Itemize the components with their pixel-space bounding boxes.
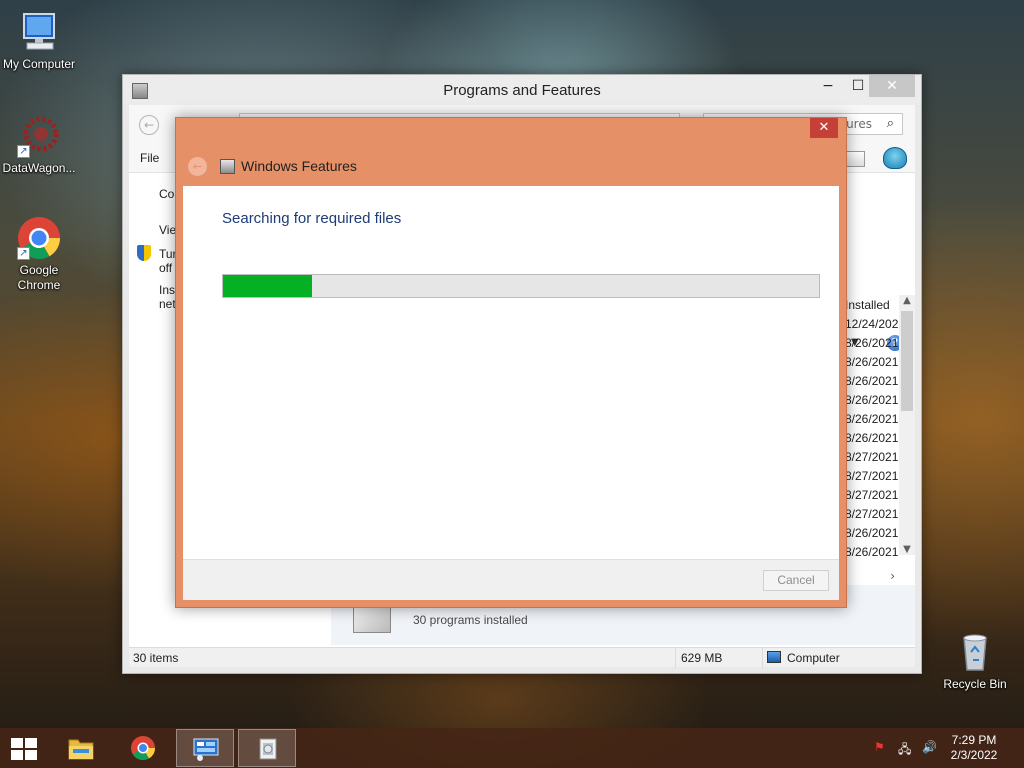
installed-date[interactable]: 8/26/2021 [841, 545, 899, 564]
desktop-icon-recycle-bin[interactable]: Recycle Bin [936, 630, 1014, 692]
task-link[interactable]: Vie [159, 223, 176, 237]
installed-date[interactable]: 8/26/2021 [841, 355, 899, 374]
installed-date[interactable]: 8/27/2021 [841, 469, 899, 488]
scrollbar-thumb[interactable] [901, 311, 913, 411]
computer-icon [17, 10, 61, 54]
recycle-bin-icon [953, 630, 997, 674]
status-bar: 30 items 629 MB Computer [129, 647, 915, 668]
status-divider [675, 648, 676, 668]
action-center-flag-icon[interactable]: ⚑ [874, 740, 885, 754]
desktop-icon-label: Google Chrome [17, 263, 61, 292]
menu-file[interactable]: File [140, 151, 159, 165]
windows-logo-icon [11, 738, 23, 748]
dialog-content: Searching for required files Cancel [183, 186, 839, 600]
windows-logo-pane [25, 738, 37, 748]
shortcut-arrow-icon: ↗ [17, 247, 30, 260]
close-button[interactable]: ✕ [869, 75, 915, 97]
search-icon[interactable]: ⌕ [887, 116, 894, 131]
shell-icon[interactable] [883, 147, 907, 169]
chrome-icon [131, 736, 155, 761]
system-tray: ⚑ 🖧 🔊 [874, 740, 944, 756]
installed-date[interactable]: 8/26/2021 [841, 526, 899, 545]
programs-features-icon [259, 738, 277, 760]
desktop-icon-google-chrome[interactable]: ↗ Google Chrome [0, 216, 78, 293]
uac-shield-icon [137, 245, 151, 261]
desktop-icon-label: DataWagon... [2, 161, 76, 175]
installed-date[interactable]: 8/27/2021 [841, 488, 899, 507]
start-button[interactable] [10, 737, 38, 760]
installed-date[interactable]: 8/26/2021 [841, 393, 899, 412]
task-link[interactable]: Co [159, 187, 174, 201]
window-titlebar[interactable]: Programs and Features − ☐ ✕ [123, 75, 921, 105]
computer-small-icon [767, 651, 781, 663]
scroll-up-icon[interactable]: ▲ [899, 295, 915, 306]
desktop-icon-datawagon[interactable]: ↗ DataWagon... [0, 114, 78, 176]
taskbar-control-panel[interactable] [176, 729, 234, 767]
installed-date-column: 12/24/202 8/26/2021 8/26/2021 8/26/2021 … [841, 317, 899, 564]
control-panel-icon [193, 738, 219, 761]
datawagon-icon: ↗ [17, 114, 61, 158]
windows-features-dialog: ✕ ← Windows Features Searching for requi… [175, 117, 847, 608]
installed-date[interactable]: 8/27/2021 [841, 507, 899, 526]
folder-icon [68, 739, 94, 760]
taskbar: ⚑ 🖧 🔊 7:29 PM 2/3/2022 [0, 728, 1024, 768]
windows-logo-pane [11, 750, 23, 760]
window-title: Programs and Features [443, 82, 601, 99]
status-location: Computer [787, 651, 840, 665]
vertical-scrollbar[interactable]: ▲ ▼ [899, 295, 915, 555]
progress-bar [222, 274, 820, 298]
installed-date[interactable]: 8/26/2021 [841, 412, 899, 431]
task-link-continued[interactable]: net [159, 297, 176, 311]
taskbar-file-explorer[interactable] [52, 729, 110, 767]
installed-date[interactable]: 8/26/2021 [841, 336, 899, 355]
back-arrow-icon[interactable]: ← [139, 115, 159, 135]
minimize-button[interactable]: − [813, 75, 843, 97]
volume-icon[interactable]: 🔊 [922, 740, 937, 754]
status-item-count: 30 items [133, 651, 179, 665]
dialog-status-heading: Searching for required files [222, 210, 402, 227]
desktop-icon-label: My Computer [2, 57, 76, 71]
task-link-continued[interactable]: off [159, 261, 172, 275]
column-header-installed-on[interactable]: Installed [841, 295, 899, 315]
taskbar-google-chrome[interactable] [114, 729, 172, 767]
windows-features-icon [220, 159, 235, 174]
chrome-icon: ↗ [17, 216, 61, 260]
network-icon[interactable]: 🖧 [898, 740, 911, 761]
task-link[interactable]: Tur [159, 247, 177, 261]
installed-date[interactable]: 8/27/2021 [841, 450, 899, 469]
dialog-close-button[interactable]: ✕ [810, 118, 838, 138]
desktop-icon-label: Recycle Bin [943, 677, 1007, 691]
dialog-footer: Cancel [183, 559, 839, 600]
clock-date: 2/3/2022 [950, 748, 998, 762]
status-divider [762, 648, 763, 668]
scroll-right-icon[interactable]: › [890, 569, 895, 583]
dialog-back-arrow-icon: ← [188, 157, 207, 176]
scroll-down-icon[interactable]: ▼ [899, 544, 915, 555]
installed-date[interactable]: 8/26/2021 [841, 374, 899, 393]
programs-installed-count: 30 programs installed [413, 613, 528, 627]
status-size: 629 MB [681, 651, 723, 665]
installed-date[interactable]: 8/26/2021 [841, 431, 899, 450]
taskbar-clock[interactable]: 7:29 PM 2/3/2022 [944, 733, 1004, 763]
cancel-button[interactable]: Cancel [763, 570, 829, 591]
desktop-icon-my-computer[interactable]: My Computer [0, 10, 78, 72]
search-placeholder: ures [846, 117, 872, 131]
taskbar-programs-and-features[interactable] [238, 729, 296, 767]
installed-date[interactable]: 12/24/202 [841, 317, 899, 336]
clock-time: 7:29 PM [951, 733, 997, 747]
progress-bar-fill [223, 275, 313, 297]
dialog-title: Windows Features [241, 158, 357, 174]
shortcut-arrow-icon: ↗ [17, 145, 30, 158]
windows-logo-pane [25, 750, 37, 760]
